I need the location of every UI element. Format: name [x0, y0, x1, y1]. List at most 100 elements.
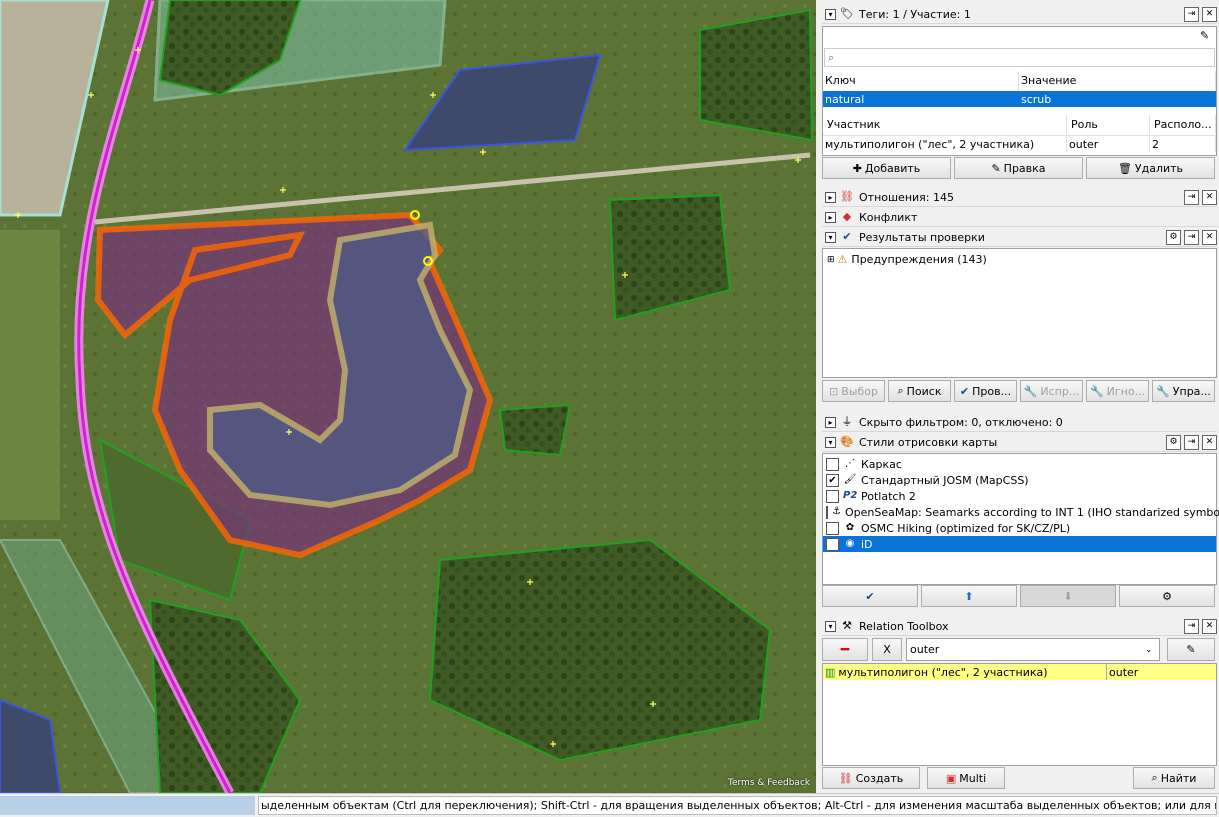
close-icon[interactable]: ✕: [1202, 434, 1217, 450]
wrench-icon: 🔧: [1023, 384, 1038, 398]
member-position: 2: [1150, 136, 1216, 152]
wrench-icon: 🔧: [1089, 384, 1104, 398]
col-role[interactable]: Роль: [1067, 115, 1150, 134]
tags-table-header: Ключ Значение: [823, 71, 1216, 91]
settings-icon[interactable]: ⚙: [1166, 229, 1181, 245]
filter-panel-header[interactable]: ▸ ⏚ Скрыто фильтром: 0, отключено: 0: [822, 413, 1217, 432]
seamark-icon: ⚓: [832, 506, 841, 517]
style-checkbox[interactable]: [826, 521, 839, 535]
tag-search-input[interactable]: ⌕: [824, 48, 1215, 67]
chevron-down-icon: ⌄: [1145, 644, 1153, 655]
p2-icon: P2: [843, 490, 858, 501]
style-checkbox[interactable]: [826, 489, 839, 503]
arrow-down-icon: ⬇: [1063, 589, 1073, 603]
styles-panel-header[interactable]: ▾ 🎨 Стили отрисовки карты ⚙ ⇥ ✕: [822, 433, 1217, 452]
add-tag-button[interactable]: ✚ Добавить: [822, 157, 951, 179]
col-key[interactable]: Ключ: [823, 71, 1019, 91]
multi-button[interactable]: ▣ Multi: [927, 767, 1005, 789]
fix-button[interactable]: 🔧 Испр...: [1020, 380, 1083, 402]
relation-member-row[interactable]: ▥ мультиполигон ("лес", 2 участника) out…: [823, 664, 1216, 680]
map-attribution[interactable]: Terms & Feedback: [728, 778, 810, 788]
detach-icon[interactable]: ⇥: [1184, 229, 1199, 245]
magnifier-icon: ⌕: [1151, 771, 1158, 784]
close-icon[interactable]: ✕: [1202, 6, 1217, 22]
josm-icon: 🖌: [843, 474, 857, 485]
detach-icon[interactable]: ⇥: [1184, 618, 1199, 634]
style-item-wireframe[interactable]: ⋰ Каркас: [823, 456, 1216, 472]
close-icon[interactable]: ✕: [1202, 229, 1217, 245]
select-button[interactable]: ⊡ Выбор: [822, 380, 885, 402]
validation-tree: ⊞ ⚠ Предупреждения (143): [822, 248, 1217, 378]
validation-panel-header[interactable]: ▾ ✔ Результаты проверки ⚙ ⇥ ✕: [822, 228, 1217, 247]
relations-panel-title: Отношения: 145: [859, 190, 954, 204]
palette-icon: 🎨: [840, 435, 854, 448]
relation-member-role: outer: [1109, 666, 1139, 679]
select-icon: ⊡: [829, 384, 839, 398]
presets-icon[interactable]: ✎: [1200, 29, 1214, 43]
side-panel: ▾ 🏷 Теги: 1 / Участие: 1 ⇥ ✕ ✎ ⌕ Ключ Зн…: [819, 0, 1219, 793]
id-icon: ◉: [845, 538, 855, 549]
style-item-osmc[interactable]: ✿ OSMC Hiking (optimized for SK/CZ/PL): [823, 520, 1216, 536]
detach-icon[interactable]: ⇥: [1184, 6, 1199, 22]
validate-button[interactable]: ✔ Пров...: [954, 380, 1017, 402]
tag-row[interactable]: natural scrub: [823, 91, 1216, 107]
relations-panel-header[interactable]: ▸ ⛓ Отношения: 145 ⇥ ✕: [822, 188, 1217, 207]
relation-toolbox-title: Relation Toolbox: [859, 619, 949, 633]
map-canvas[interactable]: [0, 0, 816, 793]
minus-icon: ━: [840, 641, 850, 658]
col-member[interactable]: Участник: [823, 115, 1067, 134]
col-position[interactable]: Располо...: [1150, 115, 1216, 134]
expand-toggle-icon[interactable]: ▸: [825, 416, 836, 428]
style-checkbox-checked[interactable]: ✔: [826, 473, 839, 487]
styles-list: ⋰ Каркас ✔ 🖌 Стандартный JOSM (MapCSS) P…: [822, 453, 1219, 585]
role-select[interactable]: outer ⌄: [906, 638, 1160, 661]
collapse-toggle-icon[interactable]: ▾: [825, 8, 836, 20]
edit-tag-button[interactable]: ✎ Правка: [954, 157, 1083, 179]
relation-toolbox-header[interactable]: ▾ ⚒ Relation Toolbox ⇥ ✕: [822, 617, 1217, 636]
style-checkbox[interactable]: [826, 505, 828, 519]
collapse-toggle-icon[interactable]: ▾: [825, 231, 836, 243]
close-icon[interactable]: ✕: [1202, 189, 1217, 205]
ignore-button[interactable]: 🔧 Игно...: [1086, 380, 1149, 402]
style-checkbox[interactable]: [826, 537, 839, 551]
settings-icon[interactable]: ⚙: [1166, 434, 1181, 450]
style-item-josm[interactable]: ✔ 🖌 Стандартный JOSM (MapCSS): [823, 472, 1216, 488]
conflict-panel-header[interactable]: ▸ ◆ Конфликт: [822, 208, 1217, 227]
move-down-button[interactable]: ⬇: [1020, 585, 1116, 607]
move-up-button[interactable]: ⬆: [921, 585, 1017, 607]
collapse-toggle-icon[interactable]: ▾: [825, 620, 836, 632]
search-icon: ⌕: [828, 50, 835, 64]
remove-member-button[interactable]: ━: [822, 638, 868, 661]
styles-panel-title: Стили отрисовки карты: [859, 435, 998, 449]
expand-toggle-icon[interactable]: ▸: [825, 191, 836, 203]
relation-toolbox-icon: ⚒: [842, 619, 852, 632]
checkmark-icon: ✔: [842, 230, 852, 243]
multipolygon-create-icon: ▣: [945, 771, 957, 785]
find-button[interactable]: ⌕ Найти: [1133, 767, 1215, 789]
map-view[interactable]: Terms & Feedback: [0, 0, 816, 793]
warnings-node[interactable]: ⊞ ⚠ Предупреждения (143): [827, 253, 987, 266]
tags-box: ✎ ⌕ Ключ Значение natural scrub Участник…: [822, 26, 1217, 156]
style-item-openseamap[interactable]: ⚓ OpenSeaMap: Seamarks according to INT …: [823, 504, 1219, 520]
style-item-id[interactable]: ◉ iD: [823, 536, 1216, 552]
expand-toggle-icon[interactable]: ▸: [825, 211, 836, 223]
trash-icon: 🗑: [1117, 161, 1132, 175]
style-item-potlatch[interactable]: P2 Potlatch 2: [823, 488, 1216, 504]
activate-style-button[interactable]: ✔: [822, 585, 918, 607]
tags-panel-header[interactable]: ▾ 🏷 Теги: 1 / Участие: 1 ⇥ ✕: [822, 5, 1217, 24]
style-settings-button[interactable]: ⚙: [1119, 585, 1215, 607]
clear-role-button[interactable]: X: [872, 638, 902, 661]
detach-icon[interactable]: ⇥: [1184, 434, 1199, 450]
membership-row[interactable]: мультиполигон ("лес", 2 участника) outer…: [823, 135, 1216, 152]
col-value[interactable]: Значение: [1019, 71, 1216, 91]
close-icon[interactable]: ✕: [1202, 618, 1217, 634]
collapse-toggle-icon[interactable]: ▾: [825, 436, 836, 448]
edit-relation-button[interactable]: ✎: [1167, 638, 1215, 661]
detach-icon[interactable]: ⇥: [1184, 189, 1199, 205]
search-button[interactable]: ⌕ Поиск: [888, 380, 951, 402]
expand-icon[interactable]: ⊞: [827, 255, 835, 265]
manage-button[interactable]: 🔧 Упра...: [1152, 380, 1215, 402]
delete-tag-button[interactable]: 🗑 Удалить: [1086, 157, 1215, 179]
style-checkbox[interactable]: [826, 457, 839, 471]
create-relation-button[interactable]: ⛓ Создать: [822, 767, 920, 789]
